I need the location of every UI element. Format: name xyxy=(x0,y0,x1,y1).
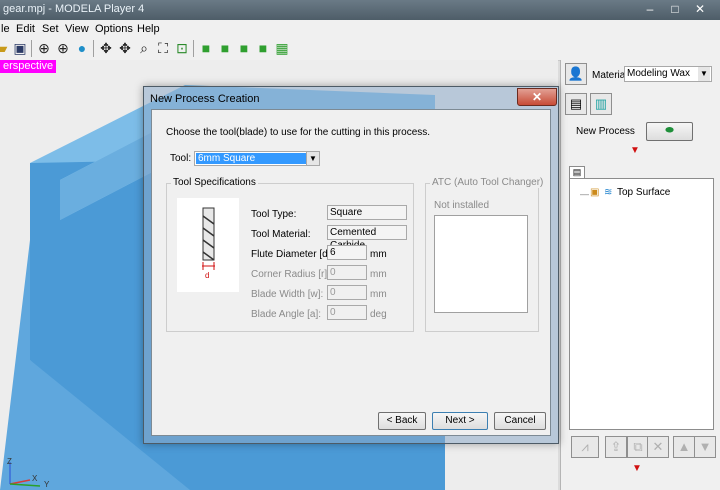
grid-cubes-icon[interactable]: ▦ xyxy=(274,40,290,56)
flute-diameter-field: 6 xyxy=(327,245,367,260)
tree-item-top-surface[interactable]: Top Surface xyxy=(617,187,670,198)
open-folder-icon[interactable]: ▰ xyxy=(0,40,10,56)
atc-status: Not installed xyxy=(434,200,490,211)
minimize-button[interactable]: – xyxy=(639,2,661,17)
new-process-dialog: New Process Creation ✕ Choose the tool(b… xyxy=(143,86,559,444)
new-process-label: New Process xyxy=(576,126,635,137)
maximize-button[interactable]: □ xyxy=(664,2,686,17)
corner-radius-field: 0 xyxy=(327,265,367,280)
right-panel: 👤 Material Modeling Wax ▼ ▤ ▥ New Proces… xyxy=(560,60,720,490)
axis-x-label: X xyxy=(32,474,38,483)
stock-box-icon[interactable]: ▤ xyxy=(565,93,587,115)
user-icon[interactable]: 👤 xyxy=(565,63,587,85)
arrow-down-icon: ▼ xyxy=(630,145,640,156)
menu-options[interactable]: Options xyxy=(95,23,133,35)
cube-down-icon[interactable]: ■ xyxy=(217,40,233,56)
menu-bar: le Edit Set View Options Help xyxy=(0,20,720,37)
tree-connector: — xyxy=(580,189,589,199)
axis-z-label: Z xyxy=(7,457,12,466)
arrow-down-icon-2: ▼ xyxy=(632,463,642,474)
cube-side-icon[interactable]: ■ xyxy=(255,40,271,56)
material-value: Modeling Wax xyxy=(627,68,690,79)
move-icon[interactable]: ✥ xyxy=(117,40,133,56)
cube-up-icon[interactable]: ■ xyxy=(236,40,252,56)
toolpath-icon[interactable]: ⩘ xyxy=(571,436,599,458)
blade-width-label: Blade Width [w]: xyxy=(251,289,324,300)
blade-angle-label: Blade Angle [a]: xyxy=(251,309,322,320)
move-up-icon[interactable]: ▲ xyxy=(673,436,695,458)
diagram-d-label: d xyxy=(205,271,209,280)
tool-type-label: Tool Type: xyxy=(251,209,297,220)
axis-indicator-icon: Z X Y xyxy=(7,457,50,488)
tool-label: Tool: xyxy=(170,153,192,164)
tool-select[interactable]: 6mm Square ▼ xyxy=(194,151,320,166)
material-select[interactable]: Modeling Wax ▼ xyxy=(624,66,712,82)
blade-width-unit: mm xyxy=(370,289,387,300)
blade-width-field: 0 xyxy=(327,285,367,300)
end-mill-icon: d xyxy=(202,207,215,280)
axis-y-label: Y xyxy=(44,480,50,488)
dialog-title: New Process Creation xyxy=(150,93,260,105)
menu-edit[interactable]: Edit xyxy=(16,23,35,35)
save-icon[interactable]: ▣ xyxy=(12,40,28,56)
tool-diagram: d xyxy=(177,198,239,292)
pan-icon[interactable]: ✥ xyxy=(98,40,114,56)
move-down-icon[interactable]: ▼ xyxy=(694,436,716,458)
surface-icon: ≋ xyxy=(604,187,613,198)
zoom-fit-icon[interactable]: ⛶ xyxy=(155,40,171,56)
copy-icon[interactable]: ⧉ xyxy=(627,436,649,458)
crosshair-icon[interactable]: ⊕ xyxy=(36,40,52,56)
dialog-body: Choose the tool(blade) to use for the cu… xyxy=(151,109,551,436)
toolbar: ▰ ▣ ⊕ ⊕ ● ✥ ✥ ⌕ ⛶ ⊡ ■ ■ ■ ■ ▦ xyxy=(0,37,720,61)
target-icon[interactable]: ⊕ xyxy=(55,40,71,56)
stock-material-icon[interactable]: ▥ xyxy=(590,93,612,115)
menu-file[interactable]: le xyxy=(1,23,10,35)
chevron-down-icon[interactable]: ▼ xyxy=(698,67,710,81)
delete-icon[interactable]: ✕ xyxy=(647,436,669,458)
instruction-text: Choose the tool(blade) to use for the cu… xyxy=(166,127,431,138)
back-button[interactable]: < Back xyxy=(378,412,426,430)
chevron-down-icon[interactable]: ▼ xyxy=(306,152,319,165)
new-process-button[interactable]: ⬬ xyxy=(646,122,693,141)
tool-specifications-group: Tool Specifications d Tool Type: Square … xyxy=(166,177,414,332)
process-icon: ▣ xyxy=(590,187,600,198)
perspective-label: erspective xyxy=(0,60,57,73)
atc-title: ATC (Auto Tool Changer) xyxy=(430,177,546,188)
title-bar: gear.mpj - MODELA Player 4 – □ ✕ xyxy=(0,0,720,20)
sphere-view-icon[interactable]: ● xyxy=(74,40,90,56)
blade-angle-unit: deg xyxy=(370,309,387,320)
menu-set[interactable]: Set xyxy=(42,23,59,35)
atc-group: ATC (Auto Tool Changer) Not installed xyxy=(425,177,546,332)
cube-icon[interactable]: ■ xyxy=(198,40,214,56)
export-icon[interactable]: ⇪ xyxy=(605,436,627,458)
cancel-button[interactable]: Cancel xyxy=(494,412,546,430)
zoom-icon[interactable]: ⌕ xyxy=(136,40,152,56)
next-button[interactable]: Next > xyxy=(432,412,488,430)
menu-help[interactable]: Help xyxy=(137,23,160,35)
flute-diameter-label: Flute Diameter [d]: xyxy=(251,249,334,260)
process-tree[interactable]: — ▣ ≋ Top Surface xyxy=(569,178,714,430)
window-title: gear.mpj - MODELA Player 4 xyxy=(3,3,145,15)
tool-type-field: Square xyxy=(327,205,407,220)
tool-material-label: Tool Material: xyxy=(251,229,311,240)
corner-radius-unit: mm xyxy=(370,269,387,280)
zoom-area-icon[interactable]: ⊡ xyxy=(174,40,190,56)
tool-material-field: Cemented Carbide xyxy=(327,225,407,251)
menu-view[interactable]: View xyxy=(65,23,89,35)
flute-diameter-unit: mm xyxy=(370,249,387,260)
material-label: Material xyxy=(592,70,628,81)
blade-angle-field: 0 xyxy=(327,305,367,320)
close-window-button[interactable]: ✕ xyxy=(689,2,711,17)
tool-select-value: 6mm Square xyxy=(196,153,306,164)
atc-list xyxy=(434,215,528,313)
tool-specifications-title: Tool Specifications xyxy=(171,177,258,188)
dialog-close-button[interactable]: ✕ xyxy=(517,88,557,106)
corner-radius-label: Corner Radius [r]: xyxy=(251,269,330,280)
